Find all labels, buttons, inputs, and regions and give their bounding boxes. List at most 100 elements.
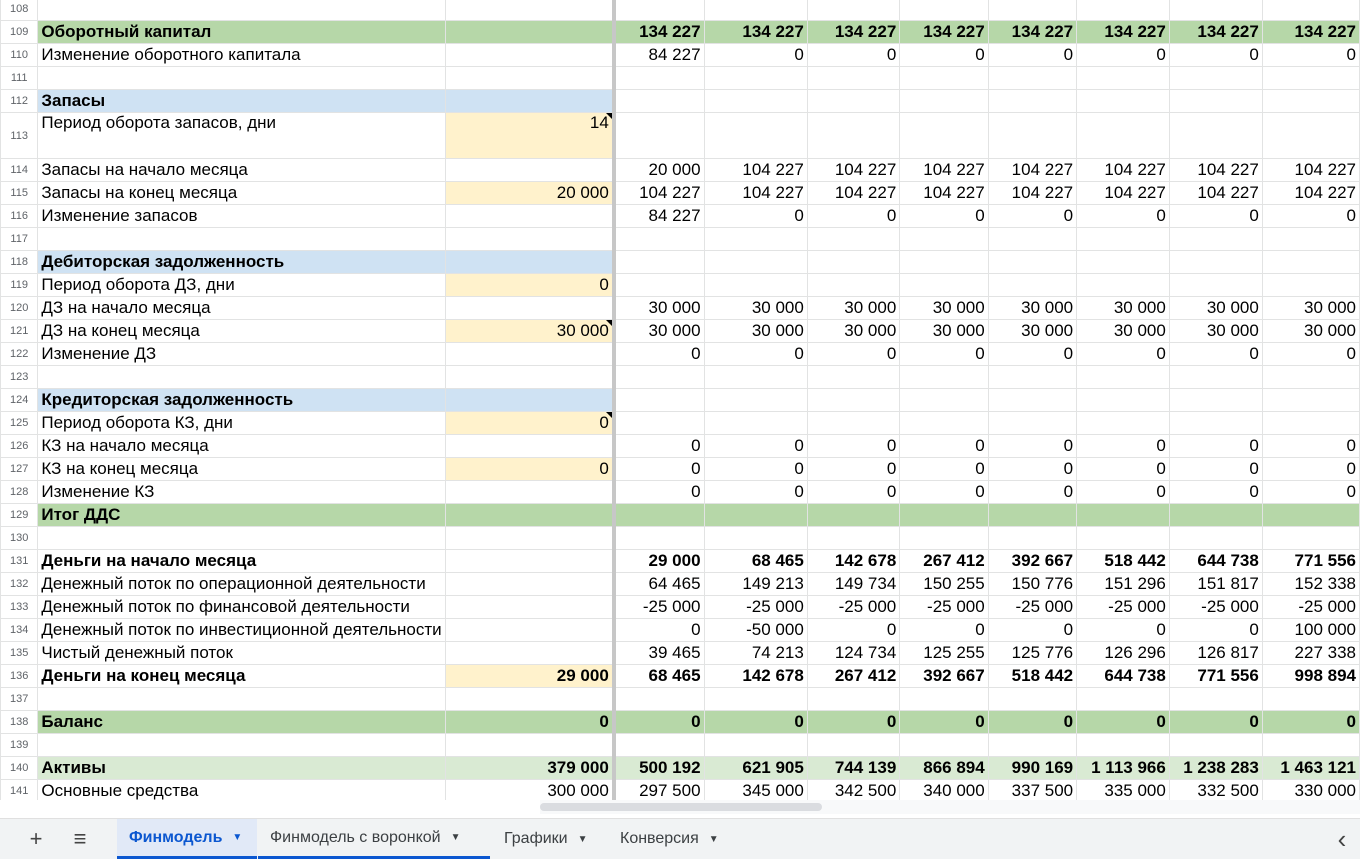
input-cell[interactable] bbox=[444, 66, 616, 90]
value-cell[interactable]: 30 000 bbox=[1261, 296, 1360, 320]
row-number[interactable]: 141 bbox=[0, 779, 39, 800]
value-cell[interactable] bbox=[899, 250, 989, 274]
value-cell[interactable]: 74 213 bbox=[703, 641, 808, 665]
value-cell[interactable] bbox=[613, 733, 705, 757]
value-cell[interactable] bbox=[987, 526, 1078, 550]
value-cell[interactable]: 30 000 bbox=[1168, 296, 1263, 320]
value-cell[interactable] bbox=[987, 250, 1078, 274]
input-cell[interactable] bbox=[444, 526, 616, 550]
row-number[interactable]: 113 bbox=[0, 112, 39, 159]
value-cell[interactable]: 104 227 bbox=[613, 181, 705, 205]
value-cell[interactable]: 0 bbox=[1076, 480, 1170, 504]
value-cell[interactable]: 0 bbox=[1076, 710, 1170, 734]
row-label-cell[interactable]: Период оборота КЗ, дни bbox=[37, 411, 446, 435]
value-cell[interactable]: 297 500 bbox=[613, 779, 705, 800]
value-cell[interactable]: 0 bbox=[613, 618, 705, 642]
value-cell[interactable] bbox=[613, 503, 705, 527]
value-cell[interactable] bbox=[806, 66, 901, 90]
caret-down-icon[interactable]: ▼ bbox=[709, 834, 719, 845]
value-cell[interactable]: 0 bbox=[806, 43, 901, 67]
horizontal-scrollbar-thumb[interactable] bbox=[540, 803, 822, 811]
input-cell[interactable] bbox=[444, 250, 616, 274]
value-cell[interactable]: 0 bbox=[613, 434, 705, 458]
row-number[interactable]: 109 bbox=[0, 20, 39, 44]
value-cell[interactable]: 30 000 bbox=[703, 319, 808, 343]
value-cell[interactable]: 0 bbox=[899, 342, 989, 366]
value-cell[interactable] bbox=[899, 0, 989, 21]
value-cell[interactable]: -25 000 bbox=[899, 595, 989, 619]
value-cell[interactable]: 134 227 bbox=[806, 20, 901, 44]
value-cell[interactable] bbox=[899, 687, 989, 711]
row-number[interactable]: 121 bbox=[0, 319, 39, 343]
value-cell[interactable] bbox=[703, 365, 808, 389]
input-cell[interactable]: 30 000 bbox=[444, 319, 616, 343]
value-cell[interactable] bbox=[703, 733, 808, 757]
value-cell[interactable]: 104 227 bbox=[987, 181, 1078, 205]
value-cell[interactable]: 134 227 bbox=[899, 20, 989, 44]
input-cell[interactable] bbox=[444, 43, 616, 67]
value-cell[interactable]: 104 227 bbox=[1076, 158, 1170, 182]
input-cell[interactable]: 29 000 bbox=[444, 664, 616, 688]
value-cell[interactable] bbox=[987, 227, 1078, 251]
value-cell[interactable]: 227 338 bbox=[1261, 641, 1360, 665]
value-cell[interactable]: -25 000 bbox=[806, 595, 901, 619]
value-cell[interactable] bbox=[613, 89, 705, 113]
value-cell[interactable] bbox=[1261, 0, 1360, 21]
value-cell[interactable]: 0 bbox=[613, 342, 705, 366]
value-cell[interactable] bbox=[806, 503, 901, 527]
value-cell[interactable] bbox=[703, 273, 808, 297]
row-label-cell[interactable]: Баланс bbox=[37, 710, 446, 734]
value-cell[interactable]: 518 442 bbox=[1076, 549, 1170, 573]
value-cell[interactable]: 621 905 bbox=[703, 756, 808, 780]
row-label-cell[interactable]: Активы bbox=[37, 756, 446, 780]
value-cell[interactable] bbox=[987, 66, 1078, 90]
value-cell[interactable] bbox=[899, 411, 989, 435]
value-cell[interactable] bbox=[613, 526, 705, 550]
row-label-cell[interactable] bbox=[37, 526, 446, 550]
value-cell[interactable]: 0 bbox=[899, 204, 989, 228]
row-number[interactable]: 112 bbox=[0, 89, 39, 113]
value-cell[interactable]: 20 000 bbox=[613, 158, 705, 182]
row-number[interactable]: 135 bbox=[0, 641, 39, 665]
value-cell[interactable]: 134 227 bbox=[1168, 20, 1263, 44]
value-cell[interactable]: 332 500 bbox=[1168, 779, 1263, 800]
value-cell[interactable]: 29 000 bbox=[613, 549, 705, 573]
row-number[interactable]: 140 bbox=[0, 756, 39, 780]
value-cell[interactable]: 0 bbox=[806, 434, 901, 458]
value-cell[interactable]: 0 bbox=[703, 204, 808, 228]
value-cell[interactable] bbox=[899, 273, 989, 297]
value-cell[interactable]: 30 000 bbox=[987, 319, 1078, 343]
value-cell[interactable]: 0 bbox=[1076, 618, 1170, 642]
value-cell[interactable] bbox=[703, 0, 808, 21]
value-cell[interactable] bbox=[1261, 66, 1360, 90]
value-cell[interactable] bbox=[613, 273, 705, 297]
value-cell[interactable] bbox=[613, 365, 705, 389]
tab-conversion[interactable]: Конверсия ▼ bbox=[608, 819, 738, 859]
value-cell[interactable]: 0 bbox=[987, 480, 1078, 504]
value-cell[interactable]: -25 000 bbox=[1076, 595, 1170, 619]
input-cell[interactable] bbox=[444, 296, 616, 320]
row-label-cell[interactable]: Изменение запасов bbox=[37, 204, 446, 228]
value-cell[interactable]: 392 667 bbox=[899, 664, 989, 688]
row-number[interactable]: 129 bbox=[0, 503, 39, 527]
row-label-cell[interactable] bbox=[37, 66, 446, 90]
value-cell[interactable] bbox=[1261, 273, 1360, 297]
value-cell[interactable]: -50 000 bbox=[703, 618, 808, 642]
row-label-cell[interactable]: Денежный поток по финансовой деятельност… bbox=[37, 595, 446, 619]
value-cell[interactable]: 134 227 bbox=[987, 20, 1078, 44]
value-cell[interactable]: 126 296 bbox=[1076, 641, 1170, 665]
value-cell[interactable]: 0 bbox=[1168, 480, 1263, 504]
value-cell[interactable] bbox=[1261, 503, 1360, 527]
row-number[interactable]: 138 bbox=[0, 710, 39, 734]
row-number[interactable]: 110 bbox=[0, 43, 39, 67]
value-cell[interactable] bbox=[703, 227, 808, 251]
value-cell[interactable] bbox=[1261, 227, 1360, 251]
value-cell[interactable]: 0 bbox=[899, 618, 989, 642]
value-cell[interactable] bbox=[1076, 411, 1170, 435]
value-cell[interactable] bbox=[703, 250, 808, 274]
value-cell[interactable]: 518 442 bbox=[987, 664, 1078, 688]
row-number[interactable]: 124 bbox=[0, 388, 39, 412]
value-cell[interactable] bbox=[987, 0, 1078, 21]
value-cell[interactable]: 644 738 bbox=[1168, 549, 1263, 573]
value-cell[interactable]: 30 000 bbox=[987, 296, 1078, 320]
